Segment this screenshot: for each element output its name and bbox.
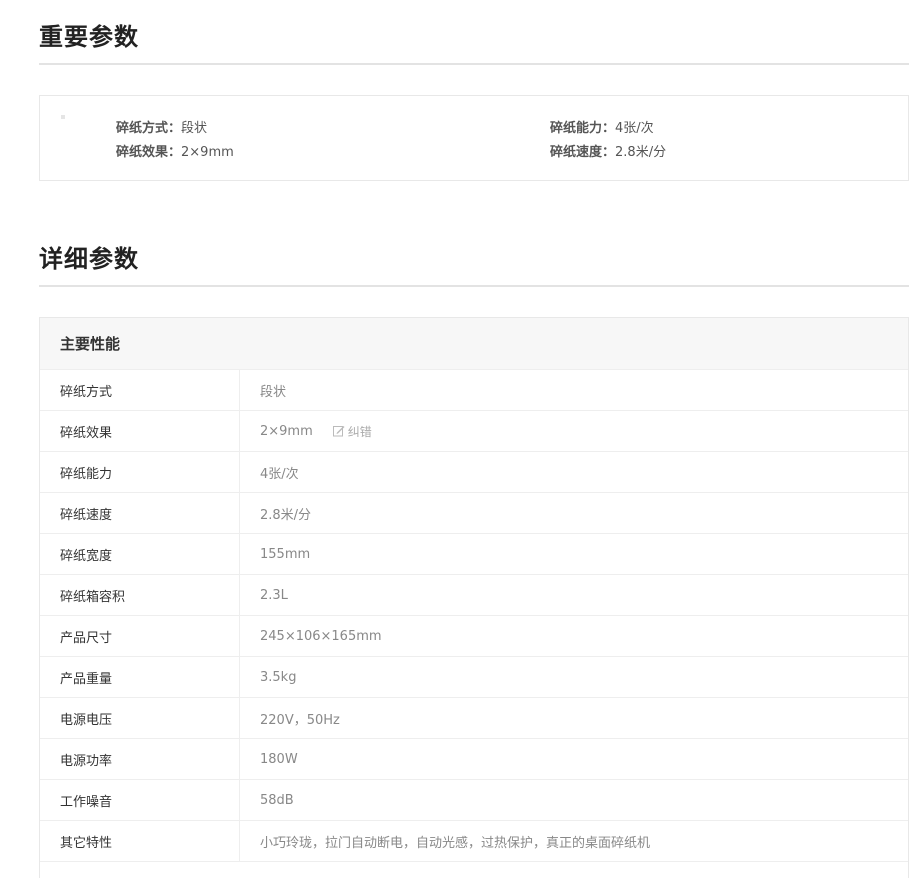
param-name: 碎纸效果	[40, 411, 240, 451]
key-param-label: 碎纸能力：	[550, 121, 616, 136]
correct-error-link[interactable]: 纠错	[332, 423, 372, 440]
table-row: 工作噪音 58dB	[40, 779, 908, 820]
param-name: 产品尺寸	[40, 616, 240, 656]
param-name: 碎纸能力	[40, 452, 240, 492]
params-page: 重要参数 碎纸方式：段状 碎纸效果：2×9mm 碎纸能力：4张/次 碎纸速度：2…	[0, 0, 917, 878]
table-row: 其它特性 小巧玲珑，拉门自动断电，自动光感，过热保护，真正的桌面碎纸机	[40, 820, 908, 861]
param-name: 其它特性	[40, 821, 240, 861]
table-row: 电源功率 180W	[40, 738, 908, 779]
param-value: 4张/次	[260, 466, 299, 482]
key-param-item: 碎纸效果：2×9mm	[116, 141, 234, 160]
key-param-value: 2.8米/分	[615, 145, 667, 160]
param-value: 段状	[260, 384, 287, 400]
param-value-cell: 2×9mm 纠错	[240, 411, 908, 451]
table-row: 碎纸能力 4张/次	[40, 451, 908, 492]
key-param-value: 2×9mm	[181, 145, 234, 160]
param-value: 小巧玲珑，拉门自动断电，自动光感，过热保护，真正的桌面碎纸机	[260, 835, 651, 851]
group-title: 主要性能	[40, 318, 908, 369]
key-param-label: 碎纸方式：	[116, 121, 182, 136]
param-name: 产品重量	[40, 657, 240, 697]
table-row: 产品重量 3.5kg	[40, 656, 908, 697]
param-value: 2×9mm	[260, 423, 313, 439]
table-row: 碎纸宽度 155mm	[40, 533, 908, 574]
edit-icon	[332, 426, 345, 437]
param-value: 245×106×165mm	[260, 628, 382, 644]
table-row-empty	[40, 861, 908, 878]
param-name: 工作噪音	[40, 780, 240, 820]
key-param-item: 碎纸速度：2.8米/分	[550, 141, 666, 160]
param-value: 58dB	[260, 792, 294, 808]
key-params-box: 碎纸方式：段状 碎纸效果：2×9mm 碎纸能力：4张/次 碎纸速度：2.8米/分	[39, 95, 909, 181]
param-name: 碎纸方式	[40, 370, 240, 410]
table-row: 碎纸箱容积 2.3L	[40, 574, 908, 615]
param-value: 220V，50Hz	[260, 712, 340, 728]
param-name: 电源电压	[40, 698, 240, 738]
table-row: 碎纸效果 2×9mm 纠错	[40, 410, 908, 451]
key-param-item: 碎纸能力：4张/次	[550, 117, 654, 136]
detail-params-title: 详细参数	[39, 245, 139, 273]
correct-error-label: 纠错	[347, 424, 372, 439]
key-param-label: 碎纸效果：	[116, 145, 182, 160]
table-row: 电源电压 220V，50Hz	[40, 697, 908, 738]
param-value: 2.8米/分	[260, 507, 312, 523]
param-name: 碎纸速度	[40, 493, 240, 533]
detail-params-table: 主要性能 碎纸方式 段状 碎纸效果 2×9mm 纠错 碎纸能力 4张/次 碎纸速…	[39, 317, 909, 878]
detail-params-divider	[39, 285, 909, 287]
key-param-value: 4张/次	[615, 121, 654, 136]
table-row: 碎纸方式 段状	[40, 369, 908, 410]
param-value: 180W	[260, 751, 298, 767]
param-name: 碎纸宽度	[40, 534, 240, 574]
key-param-item: 碎纸方式：段状	[116, 117, 207, 136]
placeholder-icon	[61, 115, 65, 119]
param-name: 碎纸箱容积	[40, 575, 240, 615]
key-param-label: 碎纸速度：	[550, 145, 616, 160]
table-row: 碎纸速度 2.8米/分	[40, 492, 908, 533]
table-row: 产品尺寸 245×106×165mm	[40, 615, 908, 656]
param-value: 3.5kg	[260, 669, 297, 685]
param-value: 2.3L	[260, 587, 288, 603]
param-value: 155mm	[260, 546, 311, 562]
key-params-divider	[39, 63, 909, 65]
param-name: 电源功率	[40, 739, 240, 779]
key-params-title: 重要参数	[39, 23, 139, 51]
key-param-value: 段状	[181, 121, 208, 136]
